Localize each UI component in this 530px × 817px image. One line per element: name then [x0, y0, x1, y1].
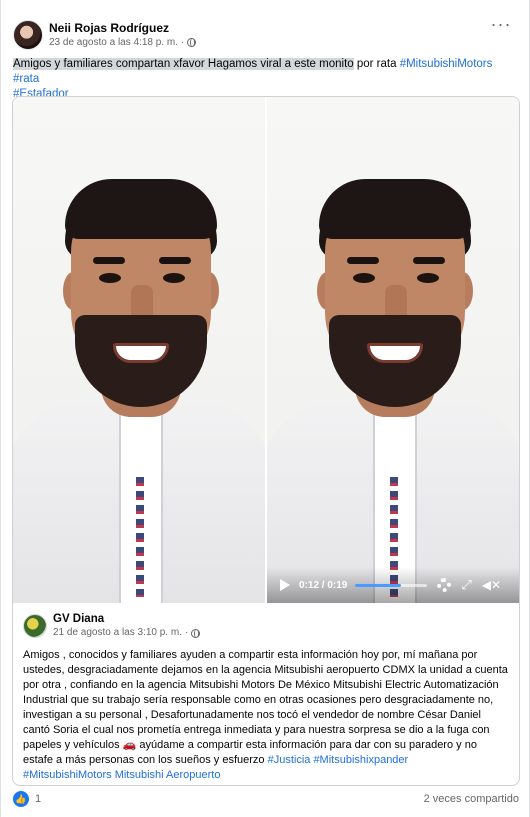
- shared-post-card[interactable]: 0:12 / 0:19 ⤢ ◀✕ GV Diana 21 de agosto a…: [12, 96, 520, 786]
- link-mitsubishi-aeropuerto[interactable]: Mitsubishi Aeropuerto: [115, 769, 221, 781]
- post-footer: 👍 1 2 veces compartido: [13, 790, 519, 808]
- more-options-button[interactable]: ···: [487, 14, 515, 34]
- video-progress-fill: [355, 583, 401, 587]
- video-controls: 0:12 / 0:19 ⤢ ◀✕: [267, 567, 519, 603]
- like-count: 1: [35, 793, 42, 805]
- post-timestamp[interactable]: 23 de agosto a las 4:18 p. m.: [49, 36, 178, 50]
- shared-author-avatar[interactable]: [23, 614, 47, 638]
- post-meta: 23 de agosto a las 4:18 p. m. ·: [49, 36, 197, 50]
- hashtag-mitsubishimotors[interactable]: #MitsubishiMotors: [23, 769, 112, 781]
- author-avatar[interactable]: [13, 20, 43, 50]
- shared-post-timestamp[interactable]: 21 de agosto a las 3:10 p. m.: [53, 626, 182, 640]
- shares-count[interactable]: 2 veces compartido: [424, 793, 519, 805]
- video-frame-left: [13, 97, 265, 603]
- shared-post-meta: 21 de agosto a las 3:10 p. m. ·: [53, 626, 201, 640]
- shared-author-name[interactable]: GV Diana: [53, 612, 200, 626]
- shared-post-text: Amigos , conocidos y familiares ayuden a…: [23, 648, 509, 783]
- expand-icon[interactable]: ⤢: [461, 577, 471, 593]
- meta-separator: ·: [180, 36, 185, 48]
- author-block: Neii Rojas Rodríguez 23 de agosto a las …: [49, 21, 197, 50]
- shared-post-body-text: Amigos , conocidos y familiares ayuden a…: [23, 649, 508, 766]
- shared-post-body: GV Diana 21 de agosto a las 3:10 p. m. ·…: [13, 604, 519, 783]
- facebook-post: ··· Neii Rojas Rodríguez 23 de agosto a …: [0, 0, 530, 817]
- author-name[interactable]: Neii Rojas Rodríguez: [49, 21, 196, 36]
- like-icon: 👍: [13, 791, 29, 807]
- post-header: Neii Rojas Rodríguez 23 de agosto a las …: [13, 20, 197, 50]
- play-icon[interactable]: [279, 578, 291, 592]
- hashtag-rata[interactable]: #rata: [13, 73, 39, 85]
- globe-icon: [187, 38, 197, 47]
- volume-icon[interactable]: ◀✕: [482, 578, 501, 592]
- hashtag-justicia[interactable]: #Justicia: [268, 754, 311, 766]
- meta-separator: ·: [184, 627, 189, 638]
- video-player[interactable]: 0:12 / 0:19 ⤢ ◀✕: [13, 97, 519, 603]
- post-text-highlighted: Amigos y familiares compartan xfavor Hag…: [13, 58, 354, 70]
- video-progress-bar[interactable]: [355, 583, 428, 587]
- hashtag-mitsubishixpander[interactable]: #Mitsubishixpander: [313, 754, 408, 766]
- video-frame-right: [267, 97, 519, 603]
- shared-author-block: GV Diana 21 de agosto a las 3:10 p. m. ·: [53, 612, 201, 640]
- hashtag-mitsubishimotors[interactable]: #MitsubishiMotors: [400, 58, 493, 70]
- reactions-summary[interactable]: 👍 1: [13, 791, 41, 807]
- globe-icon: [191, 628, 201, 638]
- shared-post-header: GV Diana 21 de agosto a las 3:10 p. m. ·: [23, 612, 509, 640]
- man-photo: [13, 97, 265, 603]
- gear-icon[interactable]: [437, 578, 452, 592]
- video-time: 0:12 / 0:19: [299, 579, 348, 591]
- man-photo: [267, 97, 519, 603]
- post-text-rest: por rata: [353, 58, 400, 70]
